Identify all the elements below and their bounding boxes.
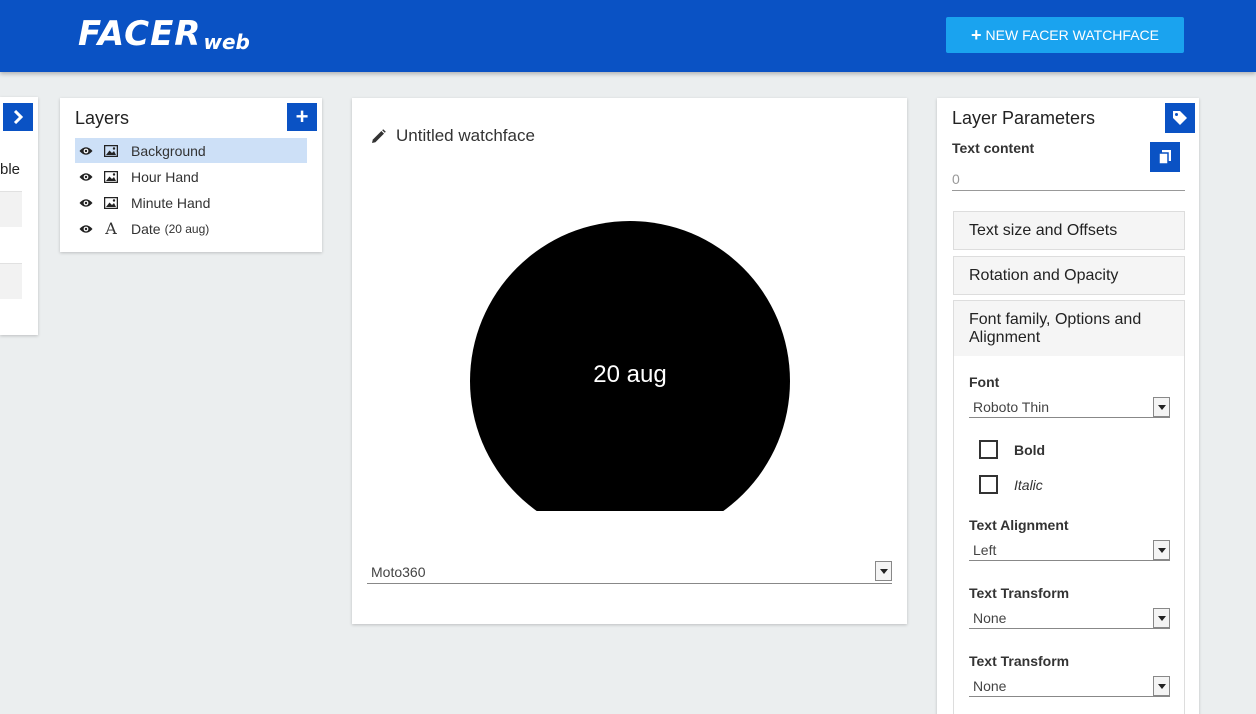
layer-label-suffix: (20 aug) <box>164 221 210 236</box>
eye-icon[interactable] <box>79 146 93 156</box>
layer-item-minute-hand[interactable]: Minute Hand <box>75 190 307 215</box>
new-watchface-button[interactable]: + NEW FACER WATCHFACE <box>946 17 1184 53</box>
chevron-down-icon[interactable] <box>1153 540 1170 560</box>
section-text-size-offsets[interactable]: Text size and Offsets <box>953 211 1185 250</box>
bold-checkbox[interactable] <box>979 440 998 459</box>
chevron-down-icon[interactable] <box>875 561 892 581</box>
section-label: Text size and Offsets <box>969 222 1118 239</box>
text-transform-label: Text Transform <box>969 585 1070 601</box>
image-icon <box>103 196 119 209</box>
font-options-body: Font Roboto Thin Bold Italic Text Alignm… <box>953 356 1185 714</box>
layer-label: Minute Hand <box>131 194 211 211</box>
add-layer-button[interactable]: + <box>287 103 317 131</box>
bold-option[interactable]: Bold <box>979 440 1045 459</box>
device-select[interactable]: Moto360 <box>367 560 892 584</box>
font-select[interactable]: Roboto Thin <box>969 396 1170 418</box>
image-icon <box>103 144 119 157</box>
panel-row[interactable] <box>0 191 22 227</box>
italic-checkbox[interactable] <box>979 475 998 494</box>
eye-icon[interactable] <box>79 172 93 182</box>
layer-item-date[interactable]: A Date (20 aug) <box>75 216 307 241</box>
top-bar: FACER web + NEW FACER WATCHFACE <box>0 0 1256 72</box>
text-content-label: Text content <box>952 140 1035 156</box>
layers-title: Layers <box>75 108 130 128</box>
parameters-title: Layer Parameters <box>952 108 1096 128</box>
eye-icon[interactable] <box>79 198 93 208</box>
layer-label: Background <box>131 142 206 159</box>
text-alignment-select[interactable]: Left <box>969 539 1170 561</box>
layer-label: Date <box>131 220 161 237</box>
section-label: Font family, Options and Alignment <box>969 311 1142 346</box>
italic-option[interactable]: Italic <box>979 475 1043 494</box>
pencil-icon[interactable] <box>371 128 386 144</box>
chevron-down-icon[interactable] <box>1153 608 1170 628</box>
layer-label: Hour Hand <box>131 168 199 185</box>
watchface-title: Untitled watchface <box>396 126 535 145</box>
section-rotation-opacity[interactable]: Rotation and Opacity <box>953 256 1185 295</box>
collapsed-left-panel: ble <box>0 97 38 335</box>
text-alignment-label: Text Alignment <box>969 517 1069 533</box>
tag-button[interactable] <box>1165 103 1195 133</box>
text-content-input[interactable] <box>952 168 1185 191</box>
text-alignment-value: Left <box>973 542 997 558</box>
device-select-value: Moto360 <box>371 564 426 580</box>
eye-icon[interactable] <box>79 224 93 234</box>
watch-date-text: 20 aug <box>593 361 667 388</box>
layer-parameters-panel: Layer Parameters Text content Text size … <box>937 98 1199 714</box>
new-watchface-label: NEW FACER WATCHFACE <box>985 27 1159 43</box>
logo-sub-text: web <box>203 30 250 54</box>
plus-icon: + <box>971 25 982 45</box>
text-icon: A <box>105 219 117 238</box>
panel-row[interactable] <box>0 263 22 299</box>
facer-logo[interactable]: FACER web <box>78 14 250 54</box>
chevron-right-icon <box>13 110 24 124</box>
text-transform-select-2[interactable]: None <box>969 675 1170 697</box>
font-label: Font <box>969 374 1000 390</box>
chevron-down-icon[interactable] <box>1153 397 1170 417</box>
expand-panel-button[interactable] <box>3 103 33 131</box>
bold-label: Bold <box>1014 441 1046 458</box>
copy-icon <box>1158 150 1171 165</box>
logo-main-text: FACER <box>78 14 202 54</box>
panel-fragment-text: ble <box>0 161 21 178</box>
plus-icon: + <box>295 104 309 129</box>
section-font-options[interactable]: Font family, Options and Alignment <box>953 300 1185 357</box>
tag-icon <box>1173 111 1187 125</box>
layer-item-background[interactable]: Background <box>75 138 307 163</box>
image-icon <box>103 170 119 183</box>
text-transform-value: None <box>973 610 1007 626</box>
italic-label: Italic <box>1014 476 1043 493</box>
watch-preview[interactable]: 20 aug <box>470 221 790 511</box>
watch-face: 20 aug <box>470 221 790 511</box>
section-label: Rotation and Opacity <box>969 267 1119 284</box>
watchface-canvas-panel: Untitled watchface 20 aug Moto360 <box>352 98 907 624</box>
watchface-title-row[interactable]: Untitled watchface <box>371 126 535 146</box>
font-select-value: Roboto Thin <box>973 399 1050 415</box>
layers-panel: Layers + Background Hour Hand Minute Han… <box>60 98 322 252</box>
layer-item-hour-hand[interactable]: Hour Hand <box>75 164 307 189</box>
text-transform-label-2: Text Transform <box>969 653 1070 669</box>
text-transform-select[interactable]: None <box>969 607 1170 629</box>
text-transform-value-2: None <box>973 678 1007 694</box>
chevron-down-icon[interactable] <box>1153 676 1170 696</box>
